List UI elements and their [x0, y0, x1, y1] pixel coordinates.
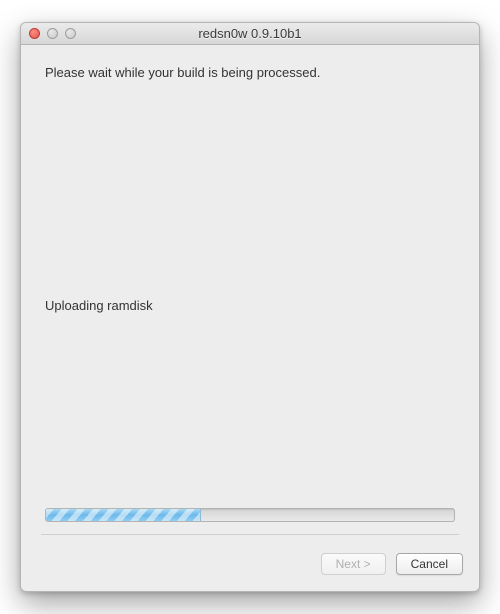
titlebar: redsn0w 0.9.10b1: [21, 23, 479, 45]
window-controls: [29, 28, 76, 39]
close-icon[interactable]: [29, 28, 40, 39]
next-button: Next >: [321, 553, 386, 575]
footer: Next > Cancel: [21, 553, 479, 591]
separator: [41, 534, 459, 535]
zoom-icon[interactable]: [65, 28, 76, 39]
app-window: redsn0w 0.9.10b1 Please wait while your …: [20, 22, 480, 592]
instruction-text: Please wait while your build is being pr…: [45, 65, 455, 80]
minimize-icon[interactable]: [47, 28, 58, 39]
window-title: redsn0w 0.9.10b1: [21, 26, 479, 41]
progress-fill: [46, 509, 201, 521]
status-text: Uploading ramdisk: [45, 298, 455, 313]
progress-container: [45, 508, 455, 522]
content-area: Please wait while your build is being pr…: [21, 45, 479, 553]
progress-bar: [45, 508, 455, 522]
cancel-button[interactable]: Cancel: [396, 553, 463, 575]
